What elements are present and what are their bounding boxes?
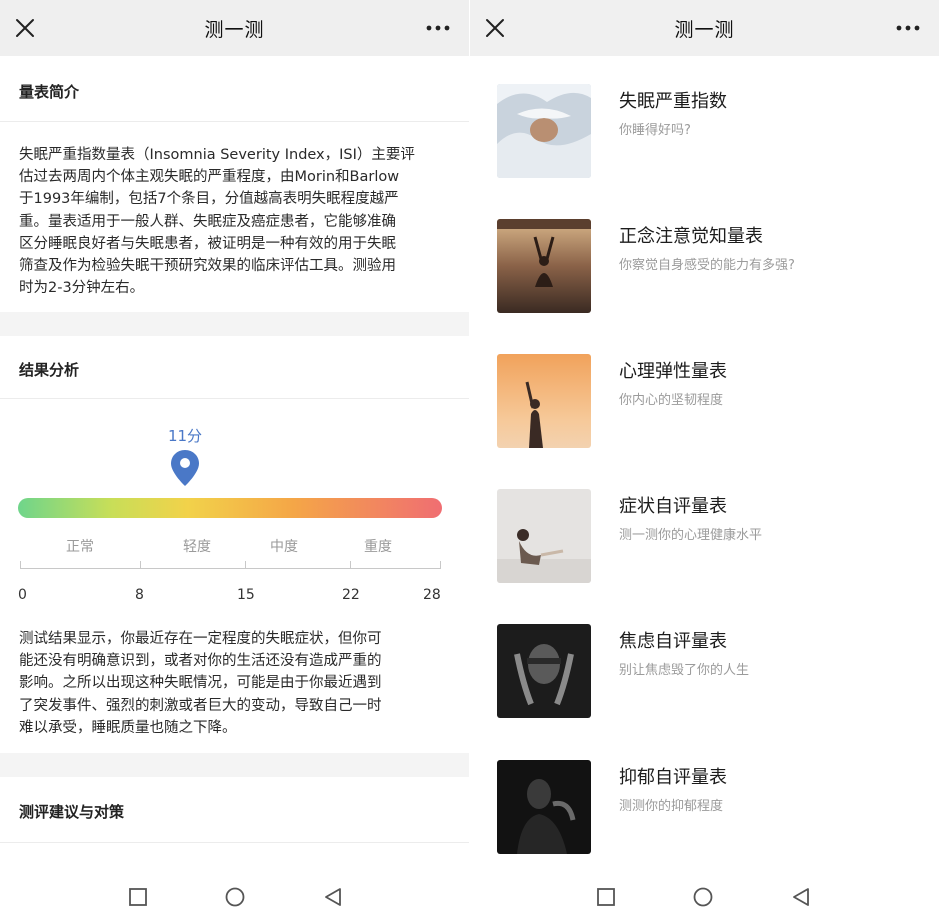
intro-line: 估过去两周内个体主观失眠的严重程度，由Morin和Barlow xyxy=(19,169,400,186)
advice-heading: 测评建议与对策 xyxy=(19,803,125,821)
result-line: 能还没有明确意识到，或者对你的生活还没有造成严重的 xyxy=(19,653,382,670)
divider xyxy=(0,398,469,399)
intro-paragraph: 失眠严重指数量表（Insomnia Severity Index，ISI）主要评… xyxy=(19,144,447,299)
divider xyxy=(0,121,469,122)
intro-line: 区分睡眠良好者与失眠患者，被证明是一种有效的用于失眠 xyxy=(19,235,396,252)
top-bar: 测一测 xyxy=(470,0,939,56)
item-title: 抑郁自评量表 xyxy=(619,767,727,788)
more-icon[interactable] xyxy=(425,18,451,38)
list-item[interactable]: 失眠严重指数 你睡得好吗? xyxy=(470,84,939,204)
page-title: 测一测 xyxy=(674,19,735,41)
resilience-thumbnail xyxy=(497,354,591,448)
section-gap xyxy=(0,753,469,777)
item-subtitle: 别让焦虑毁了你的人生 xyxy=(619,663,750,678)
tick-label: 15 xyxy=(237,587,255,603)
intro-line: 失眠严重指数量表（Insomnia Severity Index，ISI）主要评 xyxy=(19,147,415,163)
item-subtitle: 测测你的抑郁程度 xyxy=(619,799,724,814)
circle-icon[interactable] xyxy=(224,886,246,908)
location-pin-icon xyxy=(171,450,199,486)
square-icon[interactable] xyxy=(127,886,149,908)
mindfulness-thumbnail xyxy=(497,219,591,313)
anxiety-thumbnail xyxy=(497,624,591,718)
back-triangle-icon[interactable] xyxy=(790,886,812,908)
item-title: 症状自评量表 xyxy=(619,496,727,517)
item-title: 正念注意觉知量表 xyxy=(619,226,763,247)
level-moderate: 中度 xyxy=(270,539,298,555)
score-label: 11分 xyxy=(167,427,203,445)
result-line: 了突发事件、强烈的刺激或者巨大的变动，导致自己一时 xyxy=(19,697,382,714)
insomnia-thumbnail xyxy=(497,84,591,178)
tick-label: 8 xyxy=(135,587,144,603)
axis-tick xyxy=(245,561,246,569)
depression-thumbnail xyxy=(497,760,591,854)
result-line: 测试结果显示，你最近存在一定程度的失眠症状，但你可 xyxy=(19,631,382,647)
result-line: 难以承受，睡眠质量也随之下降。 xyxy=(19,719,237,736)
more-icon[interactable] xyxy=(895,18,921,38)
system-nav-bar xyxy=(470,872,939,922)
list-item[interactable]: 心理弹性量表 你内心的坚韧程度 xyxy=(470,354,939,474)
intro-line: 筛查及作为检验失眠干预研究效果的临床评估工具。测验用 xyxy=(19,258,396,275)
item-subtitle: 你睡得好吗? xyxy=(619,123,691,138)
axis-tick xyxy=(440,561,441,569)
axis-tick xyxy=(20,561,21,569)
tick-label: 22 xyxy=(342,587,360,603)
right-screen: 测一测 失眠严重指数 你睡得好吗? 正念注意觉知量表 你察觉自身感受的能力有多强… xyxy=(470,0,939,922)
list-item[interactable]: 正念注意觉知量表 你察觉自身感受的能力有多强? xyxy=(470,219,939,339)
tick-label: 0 xyxy=(18,587,27,603)
item-title: 心理弹性量表 xyxy=(619,361,727,382)
severity-gradient-bar xyxy=(18,498,442,518)
item-subtitle: 测一测你的心理健康水平 xyxy=(619,528,763,543)
intro-heading: 量表简介 xyxy=(19,83,80,101)
axis-tick xyxy=(350,561,351,569)
intro-line: 重。量表适用于一般人群、失眠症及癌症患者，它能够准确 xyxy=(19,213,396,230)
level-mild: 轻度 xyxy=(183,539,211,555)
item-title: 焦虑自评量表 xyxy=(619,631,727,652)
section-gap xyxy=(0,312,469,336)
divider xyxy=(0,842,469,843)
item-title: 失眠严重指数 xyxy=(619,91,727,112)
intro-line: 于1993年编制，包括7个条目，分值越高表明失眠程度越严 xyxy=(19,191,399,208)
axis-tick xyxy=(140,561,141,569)
scale-axis xyxy=(20,568,441,569)
list-item[interactable]: 抑郁自评量表 测测你的抑郁程度 xyxy=(470,760,939,880)
result-heading: 结果分析 xyxy=(19,361,80,379)
level-severe: 重度 xyxy=(364,539,392,555)
result-line: 影响。之所以出现这种失眠情况，可能是由于你最近遇到 xyxy=(19,675,382,692)
back-triangle-icon[interactable] xyxy=(322,886,344,908)
system-nav-bar xyxy=(0,872,469,922)
item-subtitle: 你察觉自身感受的能力有多强? xyxy=(619,258,795,273)
level-normal: 正常 xyxy=(66,539,94,555)
square-icon[interactable] xyxy=(595,886,617,908)
page-title: 测一测 xyxy=(204,19,265,41)
list-item[interactable]: 焦虑自评量表 别让焦虑毁了你的人生 xyxy=(470,624,939,744)
intro-line: 时为2-3分钟左右。 xyxy=(19,280,145,297)
circle-icon[interactable] xyxy=(692,886,714,908)
symptom-thumbnail xyxy=(497,489,591,583)
result-paragraph: 测试结果显示，你最近存在一定程度的失眠症状，但你可 能还没有明确意识到，或者对你… xyxy=(19,628,451,739)
top-bar: 测一测 xyxy=(0,0,469,56)
left-screen: 测一测 量表简介 失眠严重指数量表（Insomnia Severity Inde… xyxy=(0,0,469,922)
list-item[interactable]: 症状自评量表 测一测你的心理健康水平 xyxy=(470,489,939,609)
tick-label: 28 xyxy=(423,587,441,603)
item-subtitle: 你内心的坚韧程度 xyxy=(619,393,724,408)
